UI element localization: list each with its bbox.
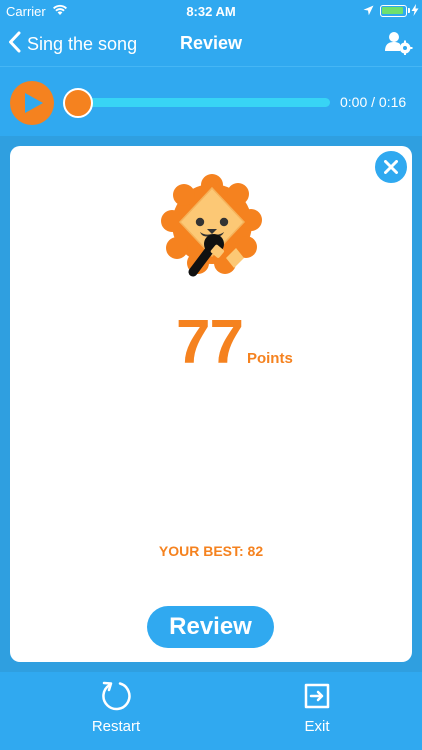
status-bar: Carrier 8:32 AM — [0, 0, 422, 22]
back-label: Sing the song — [27, 34, 138, 54]
nav-bar: Sing the song Review — [0, 22, 422, 66]
progress-track[interactable] — [74, 98, 330, 107]
restart-icon — [102, 681, 131, 711]
close-button[interactable] — [373, 149, 409, 185]
play-icon — [25, 93, 43, 113]
play-button[interactable] — [10, 81, 54, 125]
score-value: 77 — [176, 308, 244, 377]
battery-fill — [382, 7, 403, 14]
review-button[interactable]: Review — [147, 606, 274, 648]
location-arrow-icon — [363, 4, 374, 19]
time-readout: 0:00 / 0:16 — [340, 94, 407, 110]
exit-icon — [304, 683, 330, 709]
user-settings-button[interactable] — [385, 31, 413, 60]
user-settings-icon — [385, 32, 413, 59]
close-icon — [384, 160, 398, 174]
restart-label: Restart — [91, 718, 141, 735]
battery-icon — [380, 5, 410, 17]
singing-lion-icon — [158, 172, 266, 285]
exit-button[interactable]: Exit — [267, 680, 367, 735]
best-score-label: YOUR BEST: 82 — [158, 543, 264, 559]
progress-thumb[interactable] — [63, 88, 93, 118]
charging-bolt-icon — [411, 4, 419, 19]
exit-label: Exit — [304, 718, 330, 735]
restart-button[interactable]: Restart — [66, 680, 166, 735]
chevron-left-icon — [8, 31, 21, 58]
back-button[interactable]: Sing the song — [8, 31, 137, 58]
audio-player-bar: 0:00 / 0:16 — [0, 66, 422, 136]
score-unit: Points — [246, 350, 293, 367]
battery-nub — [408, 8, 410, 13]
bottom-toolbar: Restart Exit — [0, 672, 422, 750]
score-display: 77 Points — [176, 312, 293, 374]
status-time: 8:32 AM — [186, 4, 236, 19]
